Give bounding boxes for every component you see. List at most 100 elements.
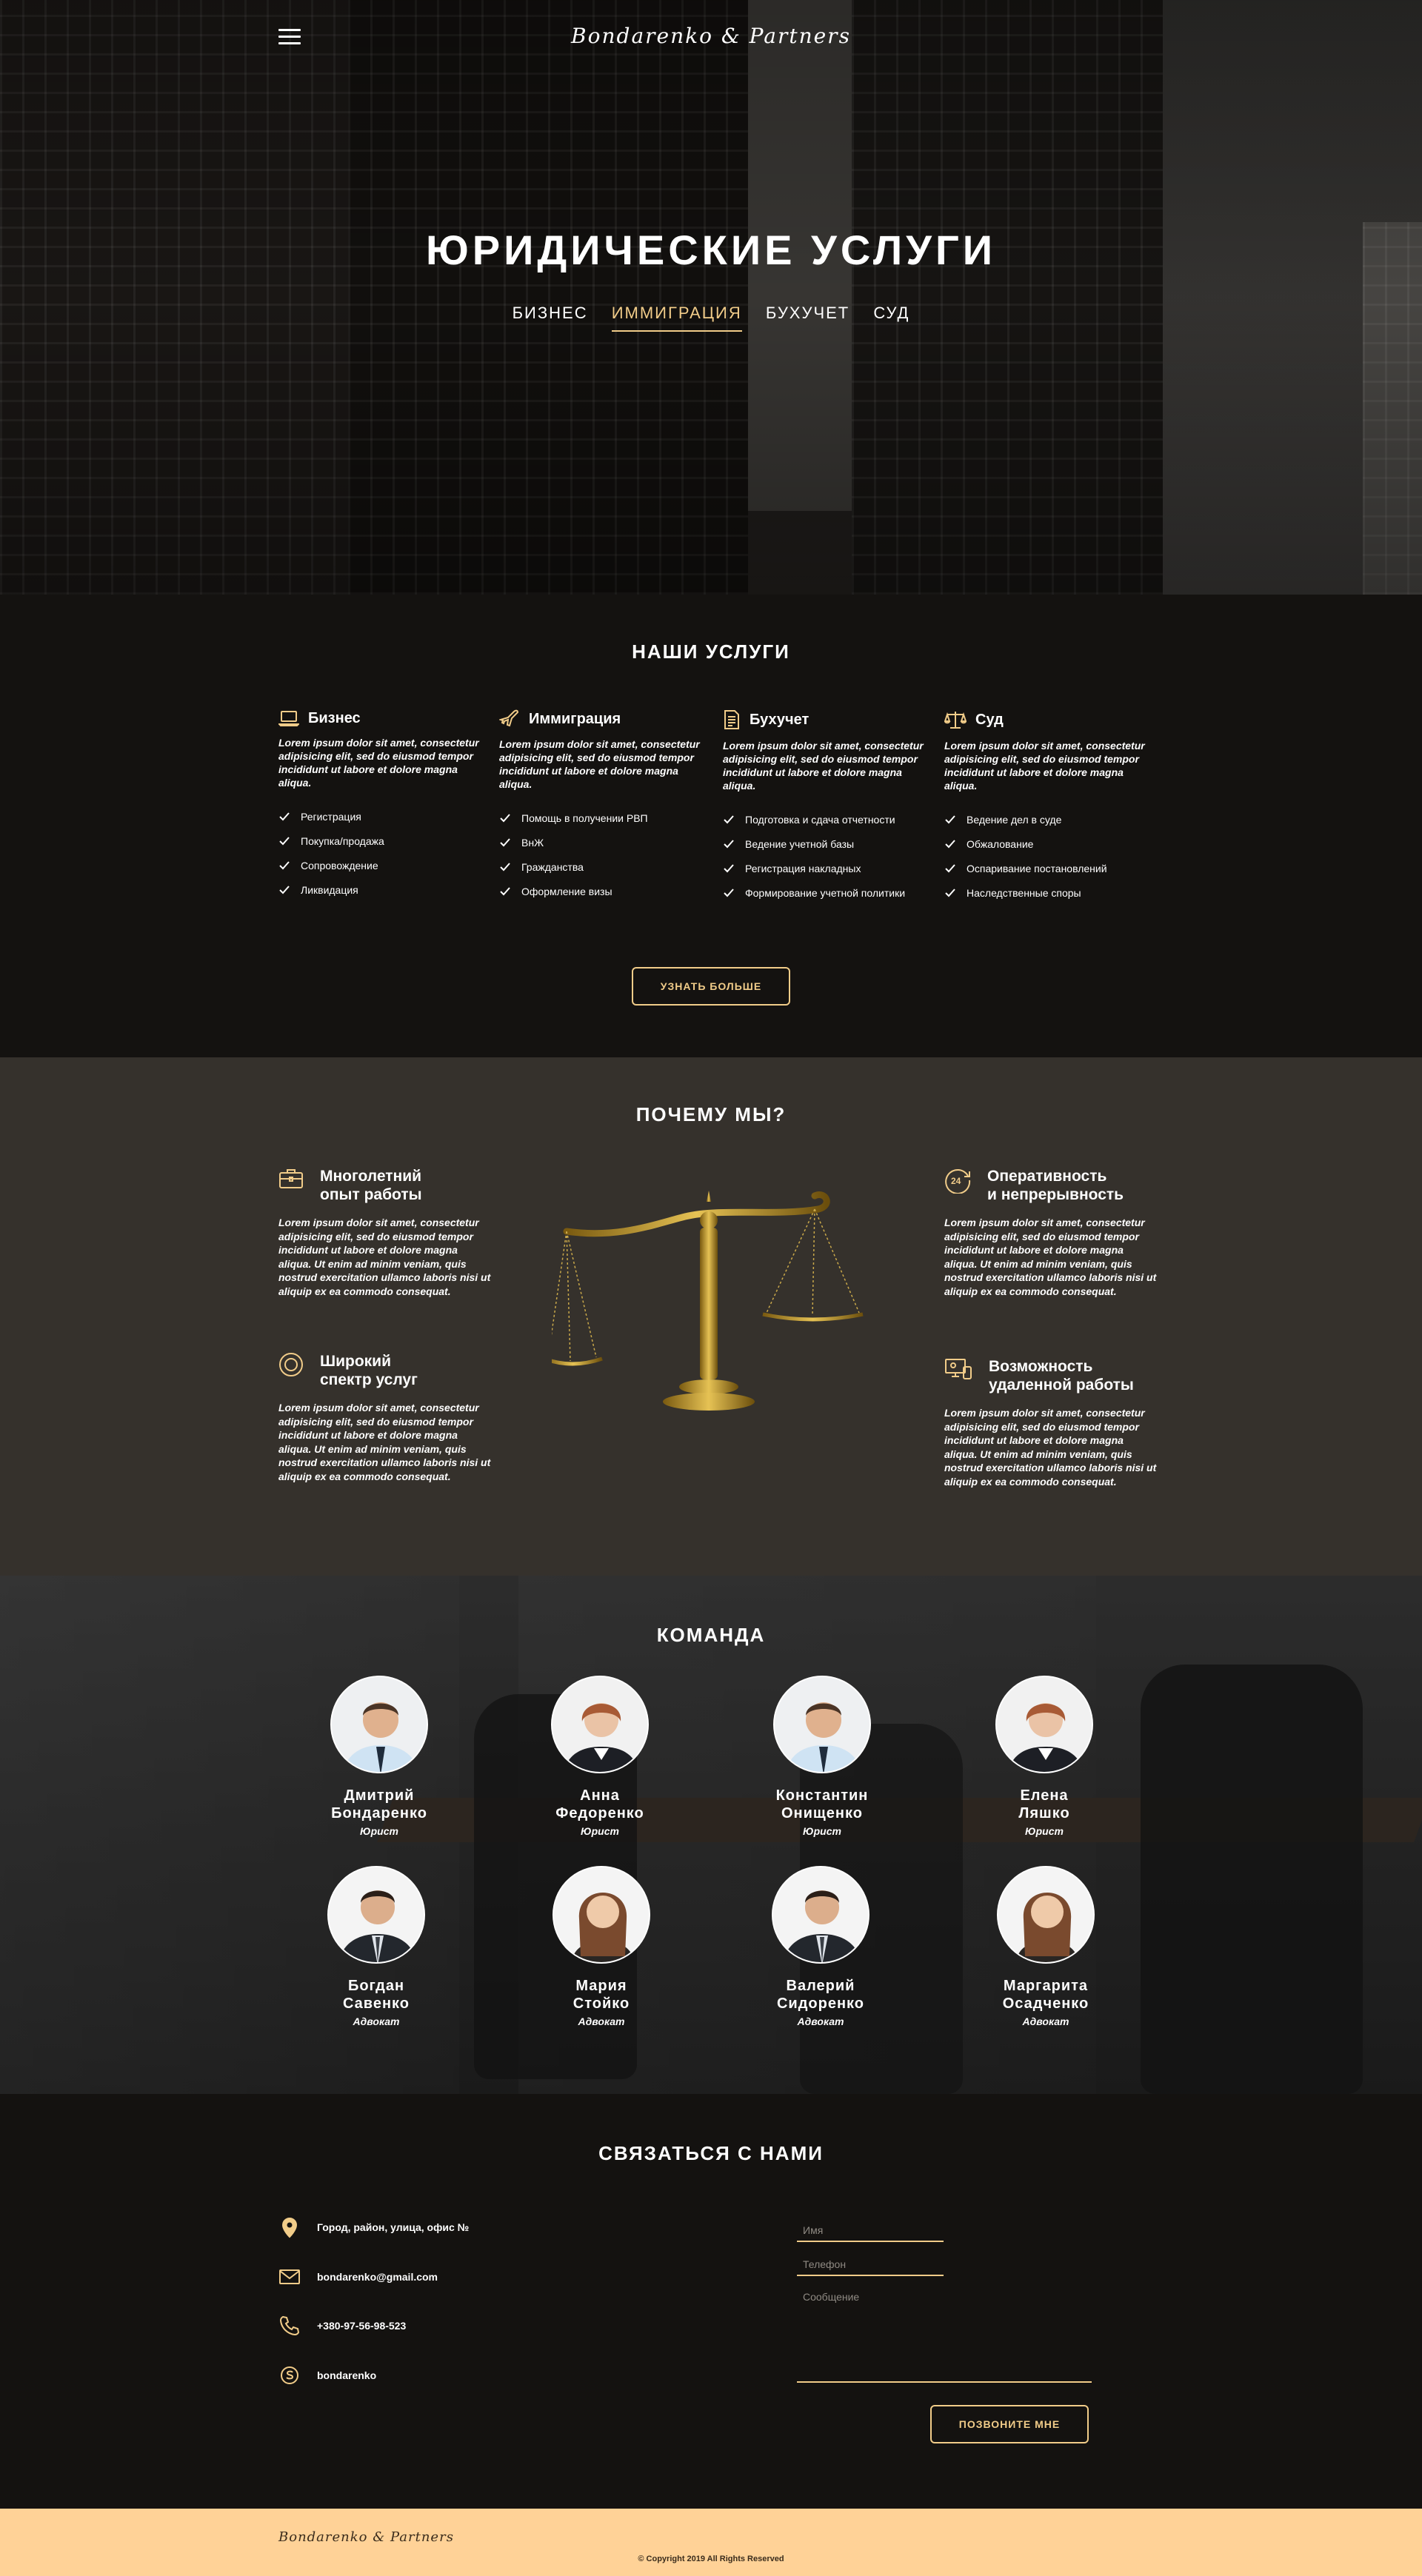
avatar xyxy=(772,1866,869,1964)
tab-court[interactable]: СУД xyxy=(873,304,909,330)
team-member[interactable]: Валерий Сидоренко Адвокат xyxy=(747,1866,895,2027)
location-pin-icon xyxy=(281,2218,298,2238)
why-item-title: Многолетний xyxy=(320,1168,422,1185)
document-icon xyxy=(724,710,739,729)
team-member[interactable]: Богдан Савенко Адвокат xyxy=(302,1866,450,2027)
check-icon xyxy=(724,814,734,823)
avatar xyxy=(997,1866,1095,1964)
why-item-desc: Lorem ipsum dolor sit amet, consectetur … xyxy=(944,1217,1157,1297)
service-title: Суд xyxy=(975,711,1004,728)
why-item-title: и непрерывность xyxy=(987,1186,1124,1203)
why-item-range: Широкий спектр услуг Lorem ipsum dolor si… xyxy=(278,1352,493,1483)
check-icon xyxy=(500,837,510,846)
why-item-desc: Lorem ipsum dolor sit amet, consectetur … xyxy=(944,1407,1157,1488)
why-item-speed: 24 Оперативность и непрерывность Lorem ip… xyxy=(944,1167,1159,1298)
copyright: © Copyright 2019 All Rights Reserved xyxy=(638,2555,784,2563)
hero-section: Bondarenko & Partners ЮРИДИЧЕСКИЕ УСЛУГИ… xyxy=(0,0,1422,595)
learn-more-button[interactable]: УЗНАТЬ БОЛЬШЕ xyxy=(632,967,790,1006)
check-icon xyxy=(500,862,510,871)
contact-phone[interactable]: +380-97-56-98-523 xyxy=(278,2315,406,2337)
list-item: Регистрация xyxy=(278,804,486,829)
avatar xyxy=(553,1866,650,1964)
service-desc: Lorem ipsum dolor sit amet, consectetur … xyxy=(499,738,700,790)
service-desc: Lorem ipsum dolor sit amet, consectetur … xyxy=(278,737,479,789)
tab-accounting[interactable]: БУХУЧЕТ xyxy=(766,304,849,330)
envelope-icon xyxy=(279,2269,300,2284)
avatar xyxy=(327,1866,425,1964)
call-me-button[interactable]: ПОЗВОНИТЕ МНЕ xyxy=(930,2405,1089,2443)
team-member[interactable]: Маргарита Осадченко Адвокат xyxy=(972,1866,1120,2027)
list-item: Гражданства xyxy=(499,854,707,879)
list-item: Регистрация накладных xyxy=(723,856,930,880)
list-item: Наследственные споры xyxy=(944,880,1152,905)
contact-skype[interactable]: bondarenko xyxy=(278,2364,376,2386)
why-item-title: Широкий xyxy=(320,1353,391,1370)
member-role: Адвокат xyxy=(1022,2015,1069,2027)
tab-business[interactable]: БИЗНЕС xyxy=(513,304,588,330)
check-icon xyxy=(279,860,290,869)
site-logo[interactable]: Bondarenko & Partners xyxy=(0,24,1422,48)
list-item: Подготовка и сдача отчетности xyxy=(723,807,930,832)
svg-text:24: 24 xyxy=(951,1176,961,1186)
contact-email[interactable]: bondarenko@gmail.com xyxy=(278,2266,438,2288)
check-icon xyxy=(279,812,290,820)
member-role: Юрист xyxy=(803,1825,841,1837)
why-section: ПОЧЕМУ МЫ? Многолетний опыт работы Lorem … xyxy=(0,1057,1422,1576)
phone-field[interactable] xyxy=(797,2254,944,2276)
list-item: ВнЖ xyxy=(499,830,707,854)
list-item: Сопровождение xyxy=(278,853,486,877)
list-item: Обжалование xyxy=(944,832,1152,856)
check-icon xyxy=(279,836,290,845)
target-icon xyxy=(279,1353,303,1376)
clock-24-icon: 24 xyxy=(945,1168,971,1194)
scales-icon xyxy=(944,712,967,729)
team-member[interactable]: Анна Федоренко Юрист xyxy=(526,1676,674,1837)
avatar xyxy=(330,1676,428,1773)
team-section: КОМАНДА Дмитрий Бондаренко Юрист Анна Федо… xyxy=(0,1576,1422,2094)
why-title: ПОЧЕМУ МЫ? xyxy=(635,1103,787,1125)
check-icon xyxy=(945,814,955,823)
why-item-title: опыт работы xyxy=(320,1186,422,1203)
hero-tabs: БИЗНЕС ИММИГРАЦИЯ БУХУЧЕТ СУД xyxy=(0,304,1422,332)
avatar xyxy=(551,1676,649,1773)
check-icon xyxy=(500,813,510,822)
service-title: Бизнес xyxy=(308,709,361,726)
remote-work-icon xyxy=(945,1359,972,1379)
member-role: Юрист xyxy=(1025,1825,1064,1837)
check-icon xyxy=(279,885,290,894)
scales-illustration xyxy=(552,1191,864,1411)
why-item-title: Возможность xyxy=(989,1358,1093,1375)
skype-icon xyxy=(281,2366,298,2384)
why-item-desc: Lorem ipsum dolor sit amet, consectetur … xyxy=(278,1402,491,1482)
why-item-title: удаленной работы xyxy=(989,1376,1134,1394)
footer-logo[interactable]: Bondarenko & Partners xyxy=(278,2529,454,2545)
why-item-title: спектр услуг xyxy=(320,1371,418,1388)
service-column-immigration: Иммиграция Lorem ipsum dolor sit amet, c… xyxy=(499,709,707,903)
laptop-icon xyxy=(278,711,299,726)
tab-immigration[interactable]: ИММИГРАЦИЯ xyxy=(611,304,742,332)
why-item-title: Оперативность xyxy=(987,1168,1107,1185)
team-member[interactable]: Елена Ляшко Юрист xyxy=(970,1676,1118,1837)
contact-address: Город, район, улица, офис № xyxy=(278,2216,469,2238)
hero-title: ЮРИДИЧЕСКИЕ УСЛУГИ xyxy=(426,227,996,273)
hero-overlay xyxy=(0,0,1422,595)
name-field[interactable] xyxy=(797,2220,944,2242)
service-column-business: Бизнес Lorem ipsum dolor sit amet, conse… xyxy=(278,709,486,902)
team-overlay xyxy=(0,1576,1422,2094)
check-icon xyxy=(945,888,955,897)
team-member[interactable]: Дмитрий Бондаренко Юрист xyxy=(305,1676,453,1837)
list-item: Ведение дел в суде xyxy=(944,807,1152,832)
list-item: Оспаривание постановлений xyxy=(944,856,1152,880)
avatar xyxy=(995,1676,1093,1773)
check-icon xyxy=(945,863,955,872)
airplane-icon xyxy=(499,709,519,727)
team-member[interactable]: Мария Стойко Адвокат xyxy=(527,1866,675,2027)
why-item-remote: Возможность удаленной работы Lorem ipsum … xyxy=(944,1357,1159,1488)
list-item: Покупка/продажа xyxy=(278,829,486,853)
list-item: Ведение учетной базы xyxy=(723,832,930,856)
check-icon xyxy=(724,888,734,897)
why-item-desc: Lorem ipsum dolor sit amet, consectetur … xyxy=(278,1217,491,1297)
message-field[interactable] xyxy=(797,2288,1092,2383)
check-icon xyxy=(724,839,734,848)
team-member[interactable]: Константин Онищенко Юрист xyxy=(748,1676,896,1837)
